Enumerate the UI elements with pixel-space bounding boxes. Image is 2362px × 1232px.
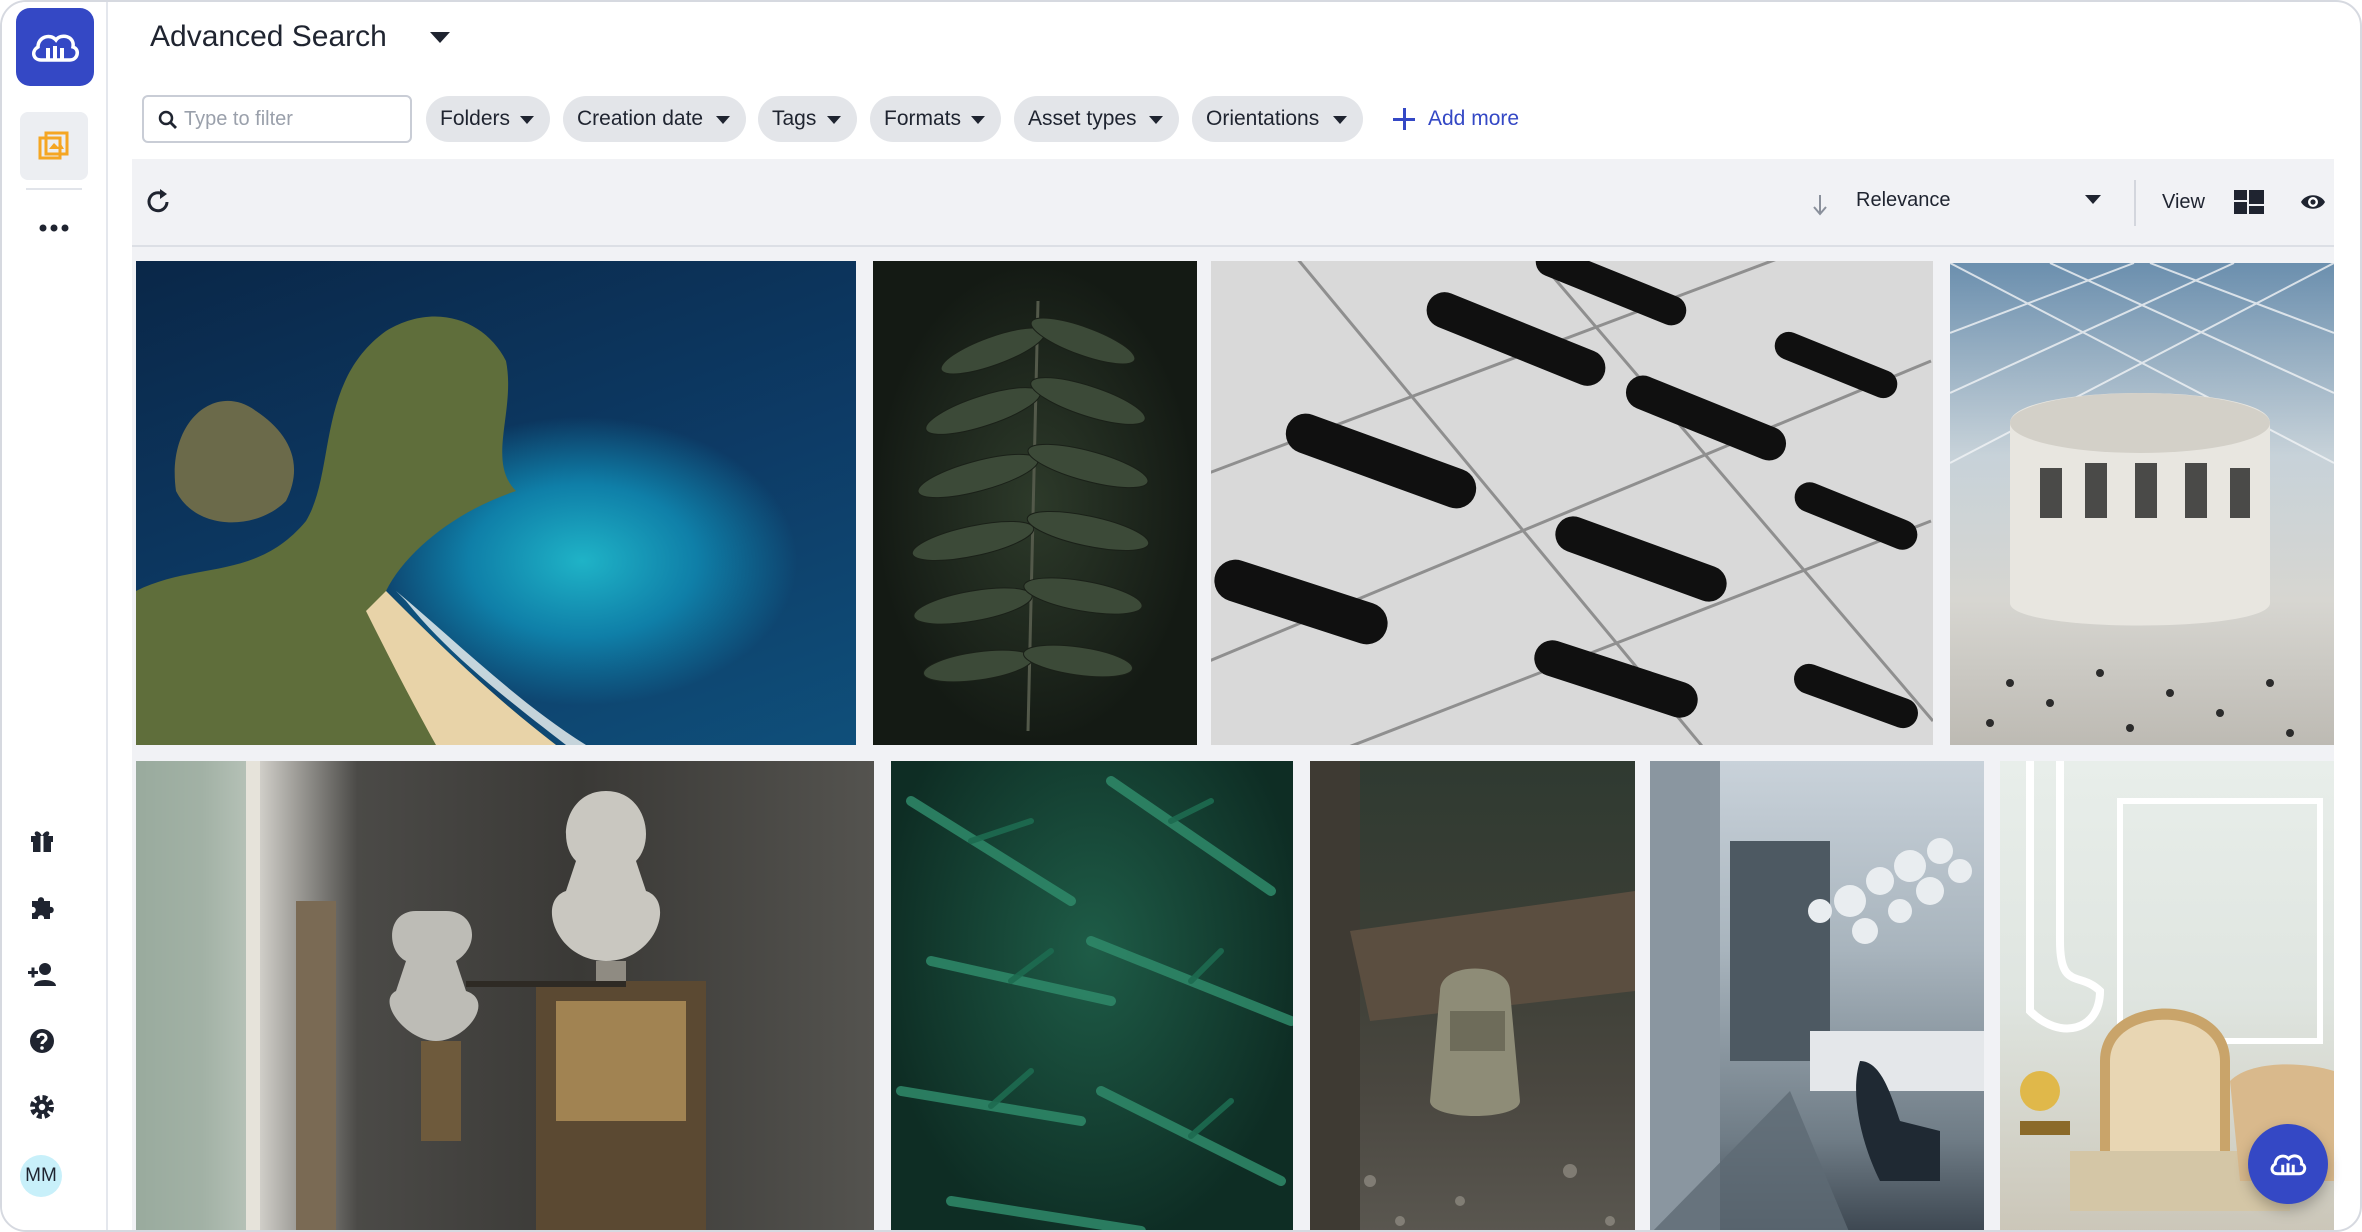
chevron-down-icon — [827, 116, 841, 124]
puzzle-icon[interactable] — [22, 887, 62, 927]
chip-label: Folders — [440, 107, 511, 130]
asset-thumbnail — [136, 316, 586, 745]
asset-tile[interactable] — [1310, 761, 1635, 1230]
chip-folders[interactable]: Folders — [426, 96, 550, 142]
filter-field[interactable] — [142, 95, 412, 143]
results-toolbar — [132, 159, 2334, 247]
chip-label: Creation date — [577, 107, 704, 130]
asset-thumbnail — [911, 300, 1150, 732]
toolbar-divider — [2134, 180, 2136, 226]
filter-input[interactable] — [184, 105, 404, 133]
asset-tile[interactable] — [891, 761, 1293, 1230]
chevron-down-icon — [716, 116, 730, 124]
add-user-icon[interactable] — [22, 954, 62, 994]
chevron-down-icon — [971, 116, 985, 124]
asset-tile[interactable] — [1950, 263, 2334, 745]
cloud-logo-icon[interactable] — [16, 8, 94, 86]
chevron-down-icon — [1149, 116, 1163, 124]
plus-icon — [1392, 107, 1416, 131]
asset-tile[interactable] — [873, 261, 1197, 745]
asset-tile[interactable] — [136, 761, 874, 1230]
chip-orientations[interactable]: Orientations — [1192, 96, 1363, 142]
page-title: Advanced Search — [150, 20, 387, 53]
asset-thumbnail — [1211, 261, 1933, 745]
asset-thumbnail — [896, 776, 1293, 1230]
gear-icon[interactable] — [22, 1087, 62, 1127]
avatar[interactable]: MM — [20, 1155, 62, 1197]
chevron-down-icon[interactable] — [2085, 195, 2101, 204]
view-label: View — [2162, 191, 2205, 213]
chip-label: Orientations — [1206, 107, 1320, 130]
chip-asset-types[interactable]: Asset types — [1014, 96, 1179, 142]
chip-label: Asset types — [1028, 107, 1137, 130]
cloud-assistant-button[interactable] — [2248, 1124, 2328, 1204]
add-more-button[interactable]: Add more — [1392, 105, 1519, 133]
rail-divider — [26, 188, 82, 190]
left-rail: MM — [2, 2, 108, 1230]
chevron-down-icon — [520, 116, 534, 124]
asset-thumbnail — [1310, 761, 1635, 1230]
cloud-logo-icon — [2270, 1154, 2307, 1176]
asset-thumbnail — [136, 761, 706, 1230]
add-more-label: Add more — [1428, 107, 1520, 130]
asset-tile[interactable] — [136, 261, 856, 745]
masonry-view-icon[interactable] — [2234, 190, 2264, 214]
chip-tags[interactable]: Tags — [758, 96, 857, 142]
chip-formats[interactable]: Formats — [870, 96, 1001, 142]
refresh-icon[interactable] — [142, 186, 174, 218]
more-icon[interactable] — [26, 210, 82, 246]
chevron-down-icon[interactable] — [430, 32, 450, 43]
sort-direction-icon[interactable] — [1810, 192, 1830, 218]
chip-label: Formats — [884, 107, 962, 130]
asset-tile[interactable] — [1650, 761, 1984, 1230]
chevron-down-icon — [1333, 116, 1347, 124]
asset-thumbnail — [1650, 761, 1984, 1230]
asset-tile[interactable] — [1211, 261, 1933, 745]
asset-thumbnail — [1950, 263, 2334, 737]
media-library-icon[interactable] — [20, 112, 88, 180]
chip-label: Tags — [772, 107, 817, 130]
chip-creation-date[interactable]: Creation date — [563, 96, 746, 142]
search-icon — [158, 110, 177, 129]
eye-icon[interactable] — [2300, 192, 2326, 212]
gift-icon[interactable] — [22, 820, 62, 860]
sort-select[interactable]: Relevance — [1856, 189, 1951, 212]
help-icon[interactable] — [22, 1021, 62, 1061]
app-window: MM Advanced Search Folders Creation date… — [0, 0, 2362, 1232]
